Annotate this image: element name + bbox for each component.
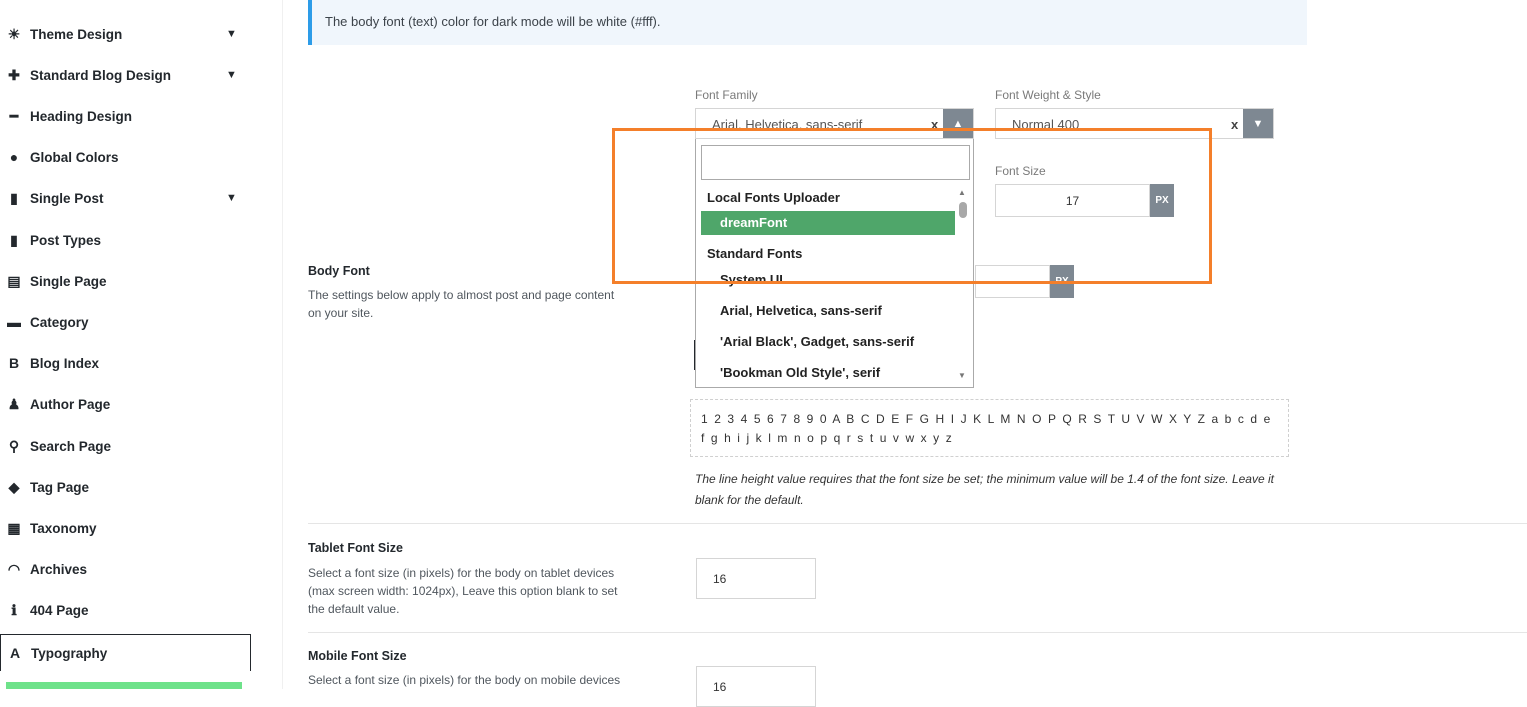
- divider: [308, 523, 1527, 524]
- chevron-down-icon[interactable]: ▼: [226, 69, 237, 81]
- sidebar-item-author-page[interactable]: ♟ Author Page: [0, 386, 250, 422]
- dark-mode-notice: The body font (text) color for dark mode…: [308, 0, 1307, 45]
- clear-font-family-icon[interactable]: x: [931, 117, 938, 132]
- body-font-title: Body Font: [308, 264, 370, 278]
- sidebar-item-label: Heading Design: [30, 108, 133, 124]
- dropdown-option[interactable]: 'Bookman Old Style', serif: [720, 365, 880, 380]
- font-family-value: Arial, Helvetica, sans-serif: [712, 117, 863, 132]
- line-height-note: The line height value requires that the …: [695, 472, 1274, 507]
- line-height-input[interactable]: [975, 265, 1050, 298]
- sidebar-item-global-colors[interactable]: ● Global Colors: [0, 139, 250, 175]
- sidebar-item-category[interactable]: ▬ Category: [0, 304, 250, 340]
- sidebar-item-single-post[interactable]: ▮ Single Post ▼: [0, 180, 250, 216]
- sidebar-item-taxonomy[interactable]: ▦ Taxonomy: [0, 510, 250, 546]
- sidebar-item-label: Single Post: [30, 190, 104, 206]
- sidebar-item-label: Post Types: [30, 232, 102, 248]
- divider: [308, 632, 1527, 633]
- font-size-label: Font Size: [995, 164, 1046, 178]
- dropdown-option[interactable]: Arial, Helvetica, sans-serif: [720, 303, 882, 318]
- scroll-up-icon[interactable]: ▲: [958, 188, 966, 197]
- sidebar-item-typography[interactable]: A Typography: [0, 634, 251, 671]
- dropdown-group-standard: Standard Fonts: [707, 246, 803, 261]
- sidebar-item-label: Archives: [30, 561, 88, 577]
- file-icon: ▮: [10, 231, 18, 248]
- sidebar-item-label: Global Colors: [30, 149, 119, 165]
- sidebar-item-label: Tag Page: [30, 479, 90, 495]
- dropdown-option[interactable]: System UI: [720, 272, 783, 287]
- clear-font-weight-icon[interactable]: x: [1231, 117, 1238, 132]
- sidebar-item-blog-index[interactable]: B Blog Index: [0, 345, 250, 381]
- chevron-down-icon[interactable]: ▼: [226, 28, 237, 40]
- font-search-input[interactable]: [701, 145, 970, 180]
- sidebar-item-label: Theme Design: [30, 26, 123, 42]
- sidebar-item-label: 404 Page: [30, 602, 89, 618]
- sidebar-item-single-page[interactable]: ▤ Single Page: [0, 263, 250, 299]
- sidebar-item-tag-page[interactable]: ◆ Tag Page: [0, 469, 250, 505]
- mobile-font-size-title: Mobile Font Size: [308, 649, 407, 663]
- dropdown-option-highlighted[interactable]: dreamFont: [701, 211, 955, 235]
- font-size-unit: PX: [1150, 184, 1174, 217]
- sidebar-item-label: Blog Index: [30, 355, 100, 371]
- tablet-font-size-title: Tablet Font Size: [308, 541, 403, 555]
- lightbulb-icon: ☀: [7, 25, 21, 42]
- font-family-label: Font Family: [695, 88, 758, 102]
- mobile-font-size-input[interactable]: 16: [696, 666, 816, 707]
- font-weight-select[interactable]: Normal 400 x ▼: [995, 108, 1274, 139]
- document-icon: ▤: [7, 272, 21, 289]
- font-family-select[interactable]: Arial, Helvetica, sans-serif x ▲: [695, 108, 974, 139]
- sidebar-item-search-page[interactable]: ⚲ Search Page: [0, 428, 250, 464]
- font-preview: 1 2 3 4 5 6 7 8 9 0 A B C D E F G H I J …: [690, 399, 1289, 457]
- sidebar-item-404-page[interactable]: ℹ 404 Page: [0, 592, 250, 628]
- sidebar-item-label: Author Page: [30, 396, 111, 412]
- puzzle-icon: ✚: [8, 66, 20, 83]
- tablet-font-size-desc: Select a font size (in pixels) for the b…: [308, 566, 618, 616]
- bold-b-icon: B: [8, 355, 20, 371]
- sidebar-item-standard-blog-design[interactable]: ✚ Standard Blog Design ▼: [0, 57, 250, 93]
- chevron-down-icon[interactable]: ▼: [226, 192, 237, 204]
- notice-text: The body font (text) color for dark mode…: [325, 14, 661, 29]
- option-label: dreamFont: [720, 215, 788, 230]
- sidebar-item-label: Taxonomy: [30, 520, 97, 536]
- sidebar-item-post-types[interactable]: ▮ Post Types: [0, 222, 250, 258]
- dropdown-scrollbar[interactable]: ▲ ▼: [956, 187, 970, 387]
- tags-icon: ◆: [8, 478, 20, 495]
- user-icon: ♟: [7, 395, 21, 412]
- sidebar-item-label: Standard Blog Design: [30, 67, 172, 83]
- droplet-icon: ●: [9, 149, 19, 165]
- sidebar-item-archives[interactable]: ◠ Archives: [0, 551, 250, 587]
- sidebar-item-label: Category: [30, 314, 89, 330]
- file-icon: ▮: [10, 189, 18, 206]
- info-icon: ℹ: [11, 601, 17, 618]
- font-icon: A: [9, 645, 21, 661]
- scroll-down-icon[interactable]: ▼: [958, 371, 966, 380]
- sidebar-item-label: Typography: [31, 645, 108, 661]
- active-indicator-bar: [6, 682, 242, 689]
- font-size-input[interactable]: 17: [995, 184, 1150, 217]
- font-weight-value: Normal 400: [1012, 117, 1080, 132]
- font-family-dropdown: Local Fonts Uploader dreamFont Standard …: [695, 139, 974, 388]
- mobile-font-size-desc: Select a font size (in pixels) for the b…: [308, 673, 621, 687]
- line-height-unit: PX: [1050, 265, 1074, 298]
- sidebar-item-heading-design[interactable]: ━ Heading Design: [0, 98, 250, 134]
- settings-sidebar: ☀ Theme Design ▼ ✚ Standard Blog Design ▼ ━ Hea…: [0, 0, 251, 689]
- briefcase-icon: ▦: [7, 519, 21, 536]
- folder-icon: ▬: [7, 314, 21, 330]
- inbox-icon: ◠: [7, 560, 21, 577]
- chevron-down-icon[interactable]: ▼: [1243, 109, 1273, 138]
- dropdown-group-local: Local Fonts Uploader: [707, 190, 840, 205]
- search-icon: ⚲: [8, 437, 20, 454]
- minus-icon: ━: [9, 107, 19, 124]
- body-font-desc: The settings below apply to almost post …: [308, 288, 615, 320]
- sidebar-item-label: Search Page: [30, 438, 112, 454]
- sidebar-item-theme-design[interactable]: ☀ Theme Design ▼: [0, 16, 250, 52]
- scrollbar-thumb[interactable]: [959, 202, 967, 218]
- dropdown-option[interactable]: 'Arial Black', Gadget, sans-serif: [720, 334, 914, 349]
- sidebar-divider: [282, 0, 283, 689]
- chevron-up-icon[interactable]: ▲: [943, 109, 973, 138]
- font-weight-label: Font Weight & Style: [995, 88, 1101, 102]
- tablet-font-size-input[interactable]: 16: [696, 558, 816, 599]
- sidebar-item-label: Single Page: [30, 273, 107, 289]
